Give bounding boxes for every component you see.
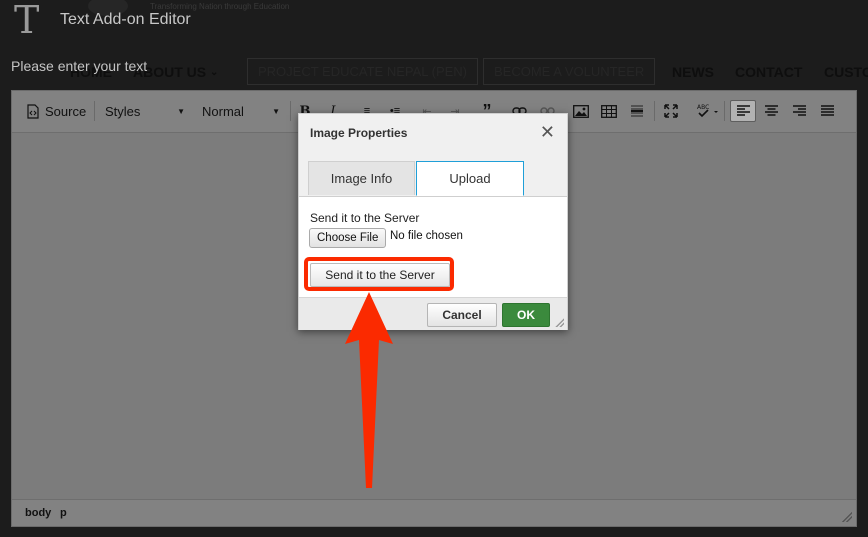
app-logo-icon: T [14, 0, 40, 42]
dialog-title: Image Properties [310, 126, 408, 140]
nav-contact: CONTACT [735, 64, 803, 80]
styles-chevron-down-icon: ▼ [177, 106, 185, 116]
image-properties-dialog: Image Properties ✕ Image Info Upload Sen… [298, 113, 568, 330]
align-right-icon[interactable] [790, 102, 808, 120]
source-icon [27, 103, 39, 119]
path-body[interactable]: body [25, 507, 51, 519]
dialog-footer: Cancel OK [299, 297, 567, 330]
nav-project-pen: PROJECT EDUCATE NEPAL (PEN) [247, 58, 478, 85]
align-center-icon[interactable] [762, 102, 780, 120]
maximize-icon[interactable] [662, 102, 680, 120]
upload-label: Send it to the Server [310, 211, 420, 225]
ok-button[interactable]: OK [502, 303, 550, 327]
dialog-header: Image Properties ✕ [299, 114, 567, 153]
editor-resize-grip-icon[interactable] [842, 512, 852, 522]
prompt-label: Please enter your text [11, 58, 148, 74]
toolbar-divider [94, 101, 95, 121]
spellcheck-icon[interactable]: ABC [696, 102, 722, 120]
table-icon[interactable] [600, 102, 618, 120]
path-p[interactable]: p [60, 507, 67, 519]
cancel-button[interactable]: Cancel [427, 303, 497, 327]
format-chevron-down-icon: ▼ [272, 106, 280, 116]
send-to-server-button[interactable]: Send it to the Server [310, 263, 450, 287]
close-icon[interactable]: ✕ [540, 123, 555, 141]
horizontal-line-icon[interactable] [628, 102, 646, 120]
styles-label: Styles [105, 103, 141, 119]
nav-custom: CUSTOM [824, 64, 868, 80]
source-button[interactable]: Source [26, 101, 86, 121]
toolbar-divider [654, 101, 655, 121]
dialog-resize-grip-icon[interactable] [555, 318, 564, 327]
format-label: Normal [202, 103, 244, 119]
annotation-arrow-icon [345, 292, 393, 488]
choose-file-button[interactable]: Choose File [309, 228, 387, 248]
tab-image-info[interactable]: Image Info [308, 161, 415, 195]
toolbar-divider [724, 101, 725, 121]
dialog-tabs: Image Info Upload [299, 152, 567, 197]
styles-dropdown[interactable]: Styles ▼ [105, 101, 185, 121]
site-tagline: Transforming Nation through Education [150, 2, 290, 11]
source-label: Source [45, 103, 87, 119]
image-icon[interactable] [572, 102, 590, 120]
nav-volunteer: BECOME A VOLUNTEER [483, 58, 656, 85]
toolbar-divider [290, 101, 291, 121]
nav-about-chevron-icon: ⌄ [210, 67, 219, 78]
nav-news: NEWS [672, 64, 714, 80]
align-justify-icon[interactable] [818, 102, 836, 120]
app-title: Text Add-on Editor [60, 11, 191, 28]
tab-upload[interactable]: Upload [416, 161, 524, 196]
editor-status-bar: body p [12, 499, 856, 526]
upload-panel: Send it to the Server Choose File No fil… [299, 197, 567, 297]
format-dropdown[interactable]: Normal ▼ [202, 101, 280, 121]
align-left-icon[interactable] [730, 100, 756, 122]
file-status: No file chosen [390, 230, 463, 242]
